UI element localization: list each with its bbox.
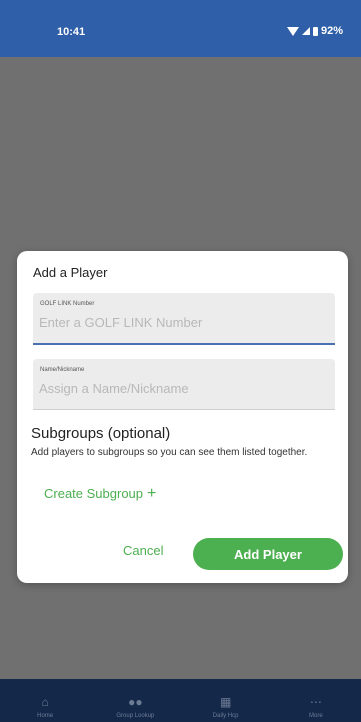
add-player-dialog: Add a Player GOLF LINK Number Name/Nickn… (17, 251, 348, 583)
nav-item-home[interactable]: ⌂ Home (0, 679, 90, 722)
subgroups-description: Add players to subgroups so you can see … (31, 447, 308, 458)
golf-link-input[interactable] (39, 315, 327, 330)
nickname-input[interactable] (39, 381, 327, 396)
calendar-icon: ▦ (219, 695, 232, 709)
dialog-title: Add a Player (33, 265, 108, 280)
plus-icon: + (147, 485, 157, 502)
more-icon: ⋯ (309, 695, 322, 709)
add-player-button[interactable]: Add Player (193, 538, 343, 570)
create-subgroup-label: Create Subgroup (44, 486, 144, 501)
golf-link-field[interactable]: GOLF LINK Number (33, 293, 335, 345)
nav-item-more[interactable]: ⋯ More (271, 679, 361, 722)
battery-level: 92% (320, 25, 343, 37)
nickname-field[interactable]: Name/Nickname (33, 359, 335, 410)
group-icon: ●● (128, 695, 143, 709)
nav-label: More (309, 713, 323, 719)
nav-label: Daily Hcp (212, 713, 239, 719)
golf-link-label: GOLF LINK Number (40, 301, 95, 307)
bottom-nav: ⌂ Home ●● Group Lookup ▦ Daily Hcp ⋯ Mor… (0, 679, 361, 722)
cancel-button[interactable]: Cancel (123, 543, 163, 558)
status-icons: 92% (286, 25, 343, 37)
battery-icon (312, 26, 318, 36)
status-bar: 10:41 92% (0, 0, 361, 57)
nickname-label: Name/Nickname (40, 367, 85, 373)
status-time: 10:41 (57, 26, 86, 38)
subgroups-title: Subgroups (optional) (31, 425, 171, 442)
create-subgroup-button[interactable]: Create Subgroup + (44, 485, 157, 502)
nav-item-daily-hcp[interactable]: ▦ Daily Hcp (181, 679, 271, 722)
nav-item-group-lookup[interactable]: ●● Group Lookup (90, 679, 180, 722)
home-icon: ⌂ (41, 695, 49, 709)
signal-icon (301, 27, 310, 35)
nav-label: Group Lookup (116, 713, 155, 719)
nav-label: Home (37, 713, 54, 719)
wifi-icon (286, 26, 299, 36)
